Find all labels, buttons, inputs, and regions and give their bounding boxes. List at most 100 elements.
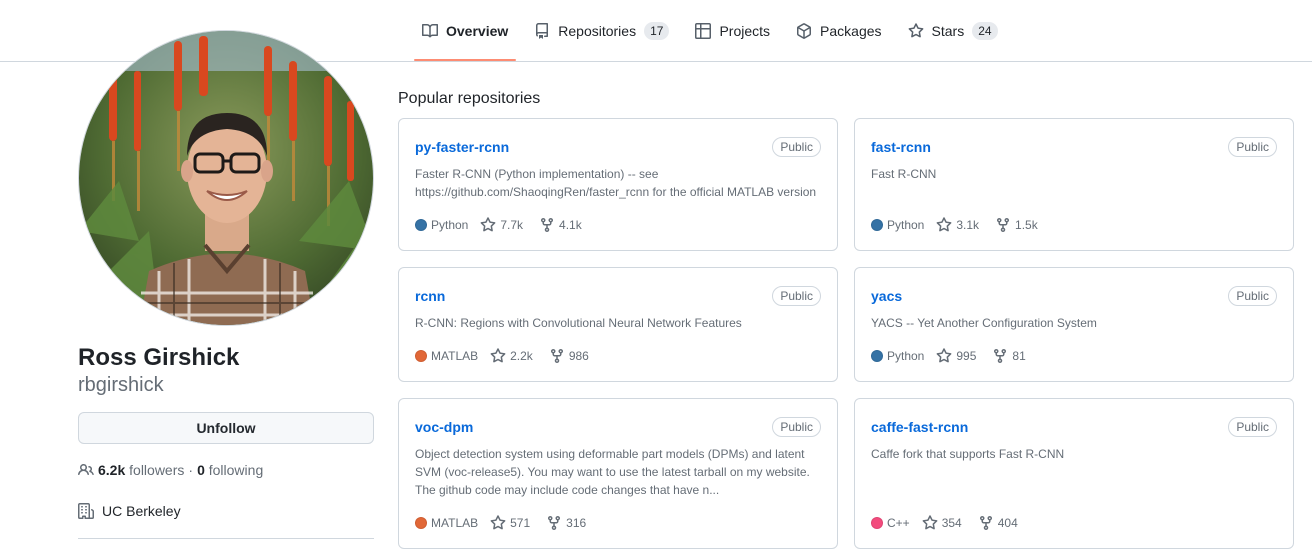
stars-link[interactable]: 3.1k (936, 216, 979, 234)
tab-projects[interactable]: Projects (687, 14, 778, 60)
following-count: 0 (197, 462, 205, 478)
stars-link[interactable]: 354 (922, 514, 962, 532)
visibility-badge: Public (772, 417, 821, 437)
following-link[interactable]: 0 following (197, 462, 263, 478)
repo-meta: C++ 354 404 (871, 514, 1034, 532)
language-name: MATLAB (431, 349, 479, 363)
repo-language: MATLAB (415, 514, 478, 532)
avatar[interactable] (78, 30, 374, 326)
fork-icon (995, 217, 1011, 233)
star-icon (490, 515, 506, 531)
table-icon (695, 23, 712, 39)
tab-packages[interactable]: Packages (788, 14, 889, 60)
people-icon (78, 462, 94, 478)
fork-icon (549, 348, 565, 364)
language-color-dot (871, 219, 883, 231)
forks-count: 1.5k (1015, 218, 1038, 232)
fork-icon (539, 217, 555, 233)
repo-language: Python (871, 216, 924, 234)
star-icon (936, 217, 952, 233)
repo-icon (534, 23, 550, 39)
tab-stars[interactable]: Stars 24 (900, 14, 1006, 60)
followers-count: 6.2k (98, 462, 126, 478)
repo-meta: Python 7.7k 4.1k (415, 216, 598, 234)
language-name: C++ (887, 516, 910, 530)
stars-count: 995 (956, 349, 977, 363)
unfollow-button[interactable]: Unfollow (78, 412, 374, 444)
visibility-badge: Public (772, 137, 821, 157)
profile-name: Ross Girshick (78, 344, 240, 371)
stars-link[interactable]: 2.2k (490, 347, 533, 365)
repo-name-link[interactable]: voc-dpm (415, 418, 473, 436)
language-name: Python (887, 218, 925, 232)
repo-meta: MATLAB 571 316 (415, 514, 602, 532)
repo-card: yacs Public YACS -- Yet Another Configur… (854, 267, 1294, 382)
following-label: following (208, 462, 264, 478)
stars-count: 571 (510, 516, 531, 530)
language-color-dot (871, 517, 883, 529)
follow-separator: · (188, 462, 194, 478)
stars-count: 354 (941, 516, 962, 530)
repo-name-link[interactable]: caffe-fast-rcnn (871, 418, 968, 436)
repo-description: YACS -- Yet Another Configuration System (871, 316, 1097, 330)
repo-card: voc-dpm Public Object detection system u… (398, 398, 838, 549)
forks-link[interactable]: 316 (546, 514, 586, 532)
visibility-badge: Public (1228, 417, 1277, 437)
followers-label: followers (129, 462, 185, 478)
forks-link[interactable]: 404 (978, 514, 1018, 532)
forks-count: 316 (566, 516, 587, 530)
repo-card: fast-rcnn Public Fast R-CNN Python 3.1k … (854, 118, 1294, 251)
repo-name-link[interactable]: py-faster-rcnn (415, 138, 509, 156)
visibility-badge: Public (1228, 137, 1277, 157)
language-color-dot (415, 350, 427, 362)
tab-repositories[interactable]: Repositories 17 (526, 14, 677, 60)
repo-card: caffe-fast-rcnn Public Caffe fork that s… (854, 398, 1294, 549)
repo-description: Caffe fork that supports Fast R-CNN (871, 447, 1065, 461)
stars-count: 7.7k (500, 218, 524, 232)
tab-label: Repositories (558, 23, 637, 39)
language-name: Python (887, 349, 925, 363)
tab-label: Projects (719, 23, 771, 39)
package-icon (796, 23, 812, 39)
repo-description: Faster R-CNN (Python implementation) -- … (415, 167, 817, 199)
organization-row: UC Berkeley (78, 503, 181, 519)
forks-link[interactable]: 81 (992, 347, 1026, 365)
repo-meta: MATLAB 2.2k 986 (415, 347, 605, 365)
repo-name-link[interactable]: fast-rcnn (871, 138, 931, 156)
visibility-badge: Public (772, 286, 821, 306)
repo-name-link[interactable]: rcnn (415, 287, 445, 305)
stars-link[interactable]: 995 (936, 347, 976, 365)
star-icon (936, 348, 952, 364)
popular-repositories-heading: Popular repositories (398, 90, 541, 107)
fork-icon (978, 515, 994, 531)
book-icon (422, 23, 438, 39)
repositories-count-badge: 17 (644, 22, 670, 40)
organization-name: UC Berkeley (102, 503, 181, 519)
repo-language: MATLAB (415, 347, 478, 365)
tab-overview[interactable]: Overview (414, 14, 517, 61)
followers-link[interactable]: 6.2k followers (98, 462, 184, 478)
tab-label: Packages (820, 23, 882, 39)
repo-description: Fast R-CNN (871, 167, 937, 181)
stars-link[interactable]: 571 (490, 514, 530, 532)
language-color-dot (871, 350, 883, 362)
repo-meta: Python 3.1k 1.5k (871, 216, 1054, 234)
tab-list: Overview Repositories 17 Projects Packag… (414, 14, 1016, 62)
repo-name-link[interactable]: yacs (871, 287, 902, 305)
forks-link[interactable]: 4.1k (539, 216, 582, 234)
repo-card: rcnn Public R-CNN: Regions with Convolut… (398, 267, 838, 382)
repo-description: Object detection system using deformable… (415, 447, 810, 497)
forks-count: 986 (568, 349, 589, 363)
repo-card: py-faster-rcnn Public Faster R-CNN (Pyth… (398, 118, 838, 251)
forks-link[interactable]: 1.5k (995, 216, 1038, 234)
organization-icon (78, 503, 94, 519)
stars-link[interactable]: 7.7k (480, 216, 523, 234)
language-name: Python (431, 218, 469, 232)
forks-count: 81 (1012, 349, 1026, 363)
forks-link[interactable]: 986 (549, 347, 589, 365)
repo-meta: Python 995 81 (871, 347, 1042, 365)
repo-description: R-CNN: Regions with Convolutional Neural… (415, 316, 742, 330)
sidebar-divider (78, 538, 374, 539)
stars-count: 3.1k (956, 218, 980, 232)
repo-language: Python (871, 347, 924, 365)
